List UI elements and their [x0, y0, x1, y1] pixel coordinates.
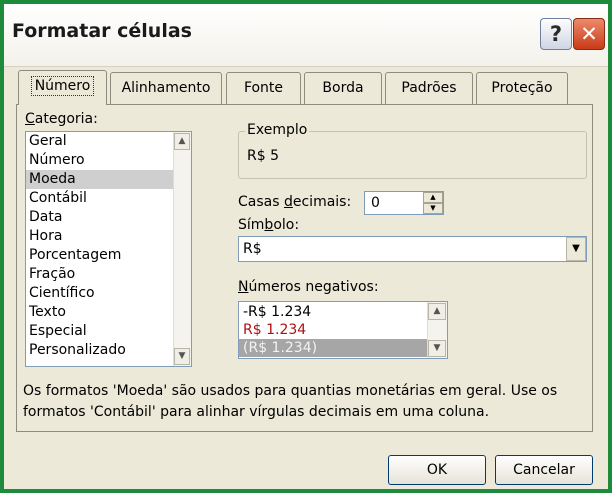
spin-down-icon[interactable]: ▼ — [423, 203, 443, 214]
question-mark-icon: ? — [549, 22, 563, 46]
category-item-geral[interactable]: Geral — [26, 132, 174, 151]
scroll-down-icon[interactable]: ▼ — [174, 348, 190, 365]
category-item-data[interactable]: Data — [26, 208, 174, 227]
negative-format-item[interactable]: -R$ 1.234 — [239, 303, 427, 321]
tab-fonte[interactable]: Fonte — [226, 72, 301, 104]
negatives-scrollbar[interactable]: ▲ ▼ — [427, 302, 447, 358]
category-list[interactable]: Geral Número Moeda Contábil Data Hora Po… — [25, 131, 192, 367]
tab-label: Padrões — [401, 80, 457, 96]
category-item-moeda[interactable]: Moeda — [26, 170, 174, 189]
number-tab-panel: Categoria: Geral Número Moeda Contábil D… — [16, 104, 593, 432]
category-item-hora[interactable]: Hora — [26, 227, 174, 246]
dialog-title: Formatar células — [12, 20, 192, 42]
sample-group: Exemplo R$ 5 — [238, 122, 587, 179]
symbol-value: R$ — [243, 241, 262, 257]
scroll-down-icon[interactable]: ▼ — [428, 340, 446, 357]
decimal-places-input[interactable]: 0 ▲ ▼ — [364, 191, 444, 215]
tab-alinhamento[interactable]: Alinhamento — [110, 72, 222, 104]
tab-label: Alinhamento — [121, 80, 211, 96]
close-button[interactable]: ✕ — [573, 18, 605, 50]
negative-format-item[interactable]: (R$ 1.234) — [239, 339, 427, 357]
help-button[interactable]: ? — [540, 18, 572, 50]
close-icon: ✕ — [580, 22, 598, 46]
sample-legend: Exemplo — [245, 122, 310, 138]
spin-up-icon[interactable]: ▲ — [423, 192, 443, 203]
title-bar[interactable]: Formatar células ? ✕ — [4, 4, 608, 67]
scroll-up-icon[interactable]: ▲ — [174, 133, 190, 150]
category-item-cientifico[interactable]: Científico — [26, 284, 174, 303]
category-item-contabil[interactable]: Contábil — [26, 189, 174, 208]
category-item-porcentagem[interactable]: Porcentagem — [26, 246, 174, 265]
format-cells-dialog: Formatar células ? ✕ Número Alinhamento … — [4, 4, 608, 489]
category-item-texto[interactable]: Texto — [26, 303, 174, 322]
negative-numbers-label: Números negativos: — [238, 279, 379, 295]
decimal-places-label: Casas decimais: — [238, 194, 352, 210]
category-item-personalizado[interactable]: Personalizado — [26, 341, 174, 360]
negative-numbers-list[interactable]: -R$ 1.234 R$ 1.234 (R$ 1.234) ▲ ▼ — [238, 301, 448, 359]
symbol-select[interactable]: R$ ▼ — [238, 236, 587, 262]
category-item-numero[interactable]: Número — [26, 151, 174, 170]
ok-button[interactable]: OK — [388, 455, 486, 485]
sample-value: R$ 5 — [247, 148, 279, 164]
tab-label: Proteção — [491, 80, 553, 96]
category-item-especial[interactable]: Especial — [26, 322, 174, 341]
chevron-down-icon[interactable]: ▼ — [566, 237, 586, 261]
tab-protecao[interactable]: Proteção — [476, 72, 568, 104]
format-description: Os formatos 'Moeda' são usados para quan… — [23, 383, 558, 420]
category-item-fracao[interactable]: Fração — [26, 265, 174, 284]
category-scrollbar[interactable]: ▲ ▼ — [173, 132, 191, 366]
category-label: Categoria: — [25, 111, 98, 127]
decimal-places-value: 0 — [371, 195, 380, 211]
tab-padroes[interactable]: Padrões — [385, 72, 473, 104]
tab-label: Fonte — [243, 80, 284, 96]
tab-label: Número — [30, 76, 95, 96]
scroll-up-icon[interactable]: ▲ — [428, 303, 446, 320]
negative-format-item[interactable]: R$ 1.234 — [239, 321, 427, 339]
tab-borda[interactable]: Borda — [304, 72, 382, 104]
tab-label: Borda — [322, 80, 364, 96]
symbol-label: Símbolo: — [238, 217, 300, 233]
tab-numero[interactable]: Número — [18, 70, 107, 105]
decimal-spinner[interactable]: ▲ ▼ — [423, 192, 443, 214]
cancel-button[interactable]: Cancelar — [495, 455, 593, 485]
